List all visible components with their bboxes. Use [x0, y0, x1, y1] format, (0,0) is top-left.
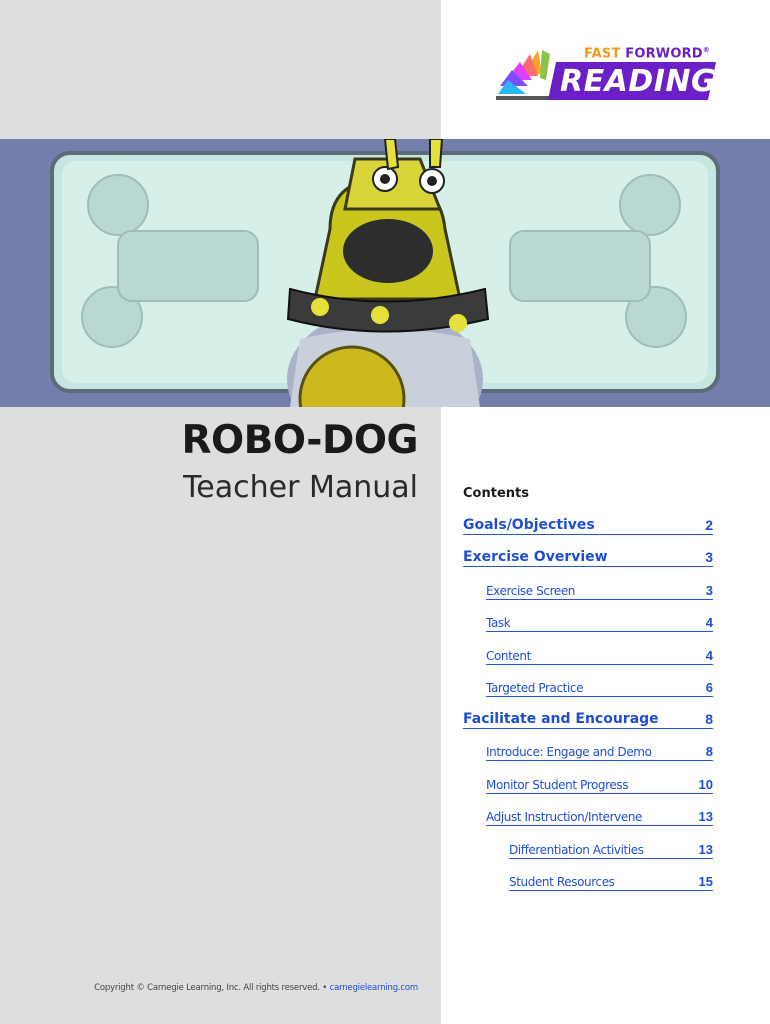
toc-item-page: 8	[705, 744, 713, 759]
logo-fast-text: FAST	[584, 46, 621, 62]
toc-item-monitor-student-progress[interactable]: Monitor Student Progress 10	[486, 775, 713, 794]
toc-item-task[interactable]: Task 4	[486, 613, 713, 632]
toc-item-label: Student Resources	[509, 875, 615, 889]
toc-item-goals-objectives[interactable]: Goals/Objectives 2	[463, 516, 713, 535]
toc-item-label: Task	[486, 616, 511, 630]
footer: Copyright © Carnegie Learning, Inc. All …	[0, 983, 418, 993]
toc-item-page: 13	[698, 809, 713, 824]
toc-item-page: 10	[698, 777, 713, 792]
toc-item-label: Adjust Instruction/Intervene	[486, 810, 643, 824]
toc-item-page: 2	[705, 517, 713, 533]
document-title: ROBO-DOG	[181, 418, 418, 463]
toc-item-page: 13	[698, 842, 713, 857]
fast-forword-reading-logo: FAST FORWORD® READING	[494, 42, 724, 104]
logo-forword-text: FORWORD	[625, 46, 703, 62]
toc-item-page: 4	[705, 615, 713, 630]
toc-item-label: Introduce: Engage and Demo	[486, 745, 652, 759]
toc-item-label: Exercise Overview	[463, 549, 608, 565]
toc-item-label: Facilitate and Encourage	[463, 711, 659, 727]
toc-item-page: 15	[698, 874, 713, 889]
copyright-text: Copyright © Carnegie Learning, Inc. All …	[94, 983, 328, 993]
footer-url-link[interactable]: carnegielearning.com	[330, 983, 419, 993]
toc-item-page: 3	[705, 583, 713, 598]
toc-item-targeted-practice[interactable]: Targeted Practice 6	[486, 678, 713, 697]
logo-word: READING	[560, 64, 717, 99]
robo-dog-illustration	[0, 139, 770, 407]
logo-top-text: FAST FORWORD®	[584, 46, 710, 61]
toc-item-label: Goals/Objectives	[463, 517, 595, 533]
toc-item-label: Exercise Screen	[486, 584, 576, 598]
toc-item-label: Monitor Student Progress	[486, 778, 629, 792]
toc-item-exercise-overview[interactable]: Exercise Overview 3	[463, 548, 713, 567]
toc-item-differentiation-activities[interactable]: Differentiation Activities 13	[509, 840, 713, 859]
toc-item-label: Differentiation Activities	[509, 843, 644, 857]
toc-item-exercise-screen[interactable]: Exercise Screen 3	[486, 581, 713, 600]
toc-item-page: 3	[705, 549, 713, 565]
document-subtitle: Teacher Manual	[183, 470, 418, 505]
toc-item-adjust-instruction-intervene[interactable]: Adjust Instruction/Intervene 13	[486, 807, 713, 826]
toc-item-page: 8	[705, 711, 713, 727]
toc-item-content[interactable]: Content 4	[486, 646, 713, 665]
toc-item-facilitate-and-encourage[interactable]: Facilitate and Encourage 8	[463, 710, 713, 729]
toc-item-label: Targeted Practice	[486, 681, 584, 695]
toc-item-page: 4	[705, 648, 713, 663]
registered-mark: ®	[702, 46, 710, 54]
toc-item-page: 6	[705, 680, 713, 695]
contents-heading: Contents	[463, 486, 529, 501]
toc-item-student-resources[interactable]: Student Resources 15	[509, 872, 713, 891]
toc-item-introduce-engage-and-demo[interactable]: Introduce: Engage and Demo 8	[486, 742, 713, 761]
toc-item-label: Content	[486, 649, 531, 663]
